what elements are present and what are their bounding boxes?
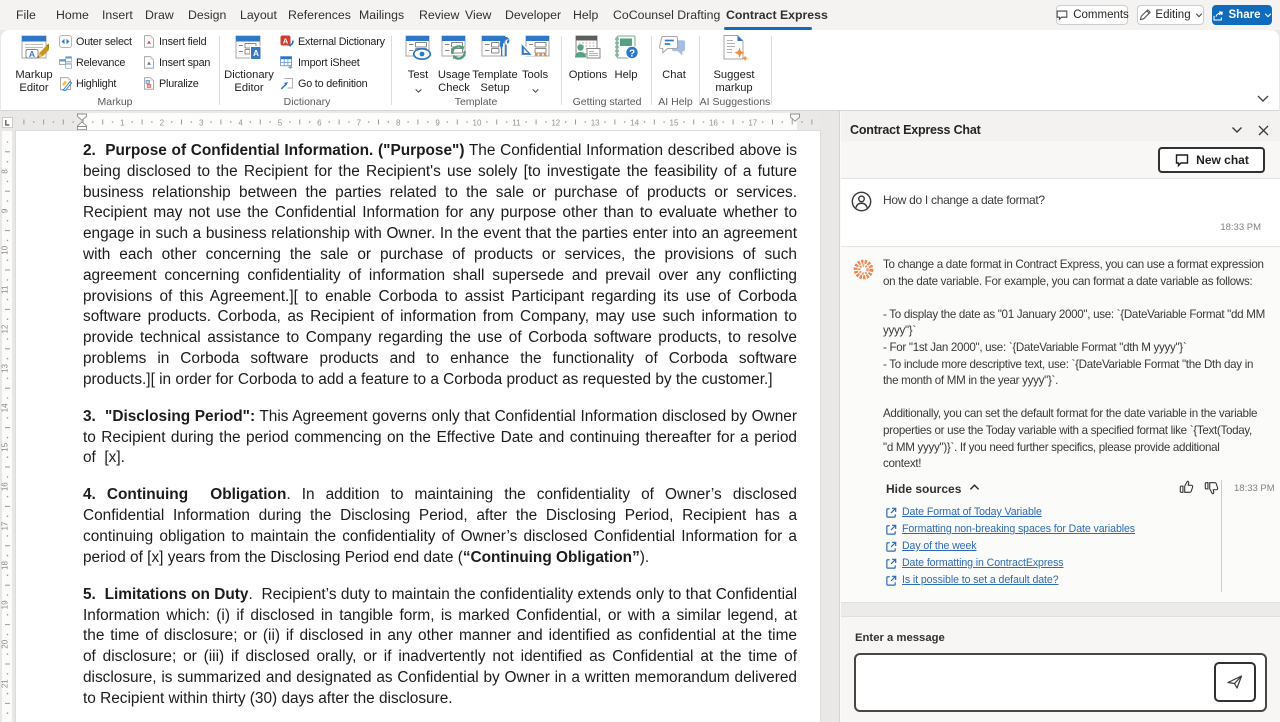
svg-text:20: 20: [1, 639, 10, 648]
svg-text:12: 12: [1, 324, 10, 333]
svg-text:12: 12: [551, 119, 560, 128]
svg-text:16: 16: [709, 119, 718, 128]
svg-text:21: 21: [1, 679, 10, 688]
svg-text:2: 2: [160, 119, 165, 128]
svg-text:?: ?: [629, 48, 635, 59]
svg-text:A: A: [29, 49, 35, 59]
svg-text:9: 9: [1, 208, 10, 213]
svg-text:A: A: [253, 49, 259, 58]
svg-text:3: 3: [199, 119, 204, 128]
svg-text:A: A: [283, 36, 289, 45]
svg-text:19: 19: [1, 600, 10, 609]
svg-text:14: 14: [630, 119, 639, 128]
svg-text:7: 7: [357, 119, 362, 128]
svg-text:8: 8: [1, 169, 10, 174]
svg-text:10: 10: [1, 245, 10, 254]
svg-text:17: 17: [1, 521, 10, 530]
svg-text:13: 13: [591, 119, 600, 128]
svg-text:16: 16: [1, 482, 10, 491]
svg-text:4: 4: [238, 119, 243, 128]
svg-text:17: 17: [748, 119, 757, 128]
svg-text:15: 15: [1, 442, 10, 451]
svg-text:10: 10: [473, 119, 482, 128]
svg-text:5: 5: [278, 119, 283, 128]
svg-text:14: 14: [1, 403, 10, 412]
svg-text:11: 11: [1, 285, 10, 294]
svg-text:1: 1: [120, 119, 125, 128]
svg-text:8: 8: [396, 119, 401, 128]
svg-text:13: 13: [1, 364, 10, 373]
svg-text:9: 9: [435, 119, 440, 128]
svg-text:18: 18: [1, 561, 10, 570]
svg-text:6: 6: [317, 119, 322, 128]
svg-text:11: 11: [512, 119, 521, 128]
svg-text:15: 15: [670, 119, 679, 128]
